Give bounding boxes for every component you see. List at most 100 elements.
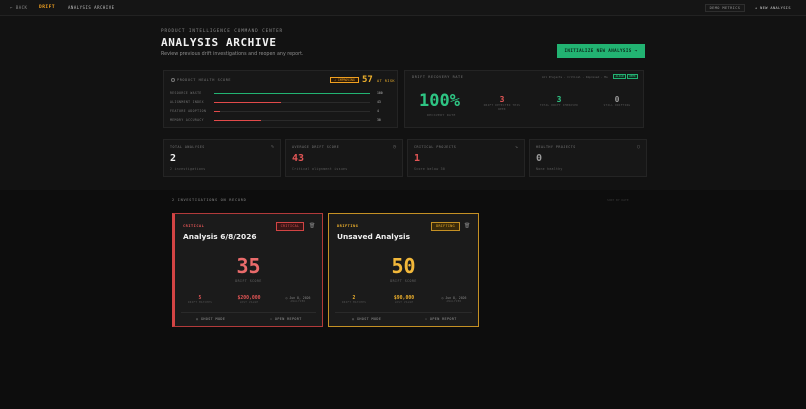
drift-recovery-panel: DRIFT RECOVERY RATE All Projects · Criti… xyxy=(404,70,644,128)
card-stat-label: ANALYZED xyxy=(290,300,306,303)
metric-card-healthy-projects: HEALTHY PROJECTS ○ 0 None healthy xyxy=(529,139,647,177)
health-bar-value: 100 xyxy=(377,91,383,95)
drift-score-value: 35 xyxy=(236,254,261,278)
drift-recovery-label: DRIFT RECOVERY RATE xyxy=(412,75,464,79)
health-bar-label: FEATURE ADOPTION xyxy=(170,109,207,113)
trash-icon[interactable]: 🗑 xyxy=(309,223,315,229)
investigation-card[interactable]: DRIFTING Unsaved Analysis DRIFTING 🗑 50 … xyxy=(328,213,479,327)
metric-card-critical-projects: CRITICAL PROJECTS ↘ 1 Score below 30 xyxy=(407,139,525,177)
drift-stat-label: STILL DRIFTING xyxy=(603,103,631,107)
trash-icon[interactable]: 🗑 xyxy=(464,223,470,229)
metric-label: CRITICAL PROJECTS xyxy=(414,145,457,149)
card-stat: 2 DRIFT MATCHES xyxy=(332,296,376,305)
health-bar-row: FEATURE ADOPTION 4 xyxy=(170,109,385,114)
health-bar-value: 30 xyxy=(377,118,381,122)
health-bar-row: ALIGNMENT INDEX 43 xyxy=(170,100,385,105)
align-tab[interactable]: ALIGN xyxy=(613,74,626,79)
investigation-card[interactable]: CRITICAL Analysis 6/8/2026 CRITICAL 🗑 35… xyxy=(172,213,323,327)
card-stat: 5 DRIFT MATCHES xyxy=(178,296,222,305)
back-link[interactable]: ← BACK xyxy=(10,5,27,10)
metric-value: 1 xyxy=(414,153,421,164)
card-stat: $90,000 LOST VALUE xyxy=(382,296,426,305)
card-stat: $200,000 LOST VALUE xyxy=(227,296,271,305)
metric-subtext: Critical alignment issues xyxy=(292,167,348,171)
investigations-heading: 2 INVESTIGATIONS ON RECORD xyxy=(172,198,247,202)
recovery-rate-label: RECOVERY RATE xyxy=(427,113,456,117)
card-stat-label: LOST VALUE xyxy=(394,301,414,304)
health-score: 57 xyxy=(362,75,373,85)
drift-stat: 3 DRIFT DETECTED THIS WEEK xyxy=(482,95,522,111)
drift-score-label: DRIFT SCORE xyxy=(390,279,417,283)
week-tab[interactable]: WEEK xyxy=(627,74,638,79)
new-analysis-button[interactable]: + NEW ANALYSIS xyxy=(752,4,794,12)
pencil-icon: ✎ xyxy=(270,144,274,150)
drift-stat: 3 TOTAL DRIFT IMPROVED xyxy=(539,95,579,108)
open-report-button[interactable]: ⇩ OPEN REPORT xyxy=(270,317,302,321)
metric-label: AVERAGE DRIFT SCORE xyxy=(292,145,340,149)
card-stat-label: DRIFT MATCHES xyxy=(341,301,367,304)
drift-stat: 0 STILL DRIFTING xyxy=(597,95,637,108)
health-bar-label: RESOURCE WASTE xyxy=(170,91,202,95)
metric-card-total-analyses: TOTAL ANALYSES ✎ 2 2 investigations xyxy=(163,139,281,177)
trend-badge: ↗ IMPROVING xyxy=(330,77,359,83)
card-stat: ◷ Jun 8, 2026 ANALYZED xyxy=(276,296,320,304)
ghost-mode-button[interactable]: ◎ GHOST MODE xyxy=(352,317,381,321)
health-status: AT RISK xyxy=(377,79,395,83)
health-bar-fill xyxy=(214,92,370,95)
card-status: DRIFTING xyxy=(337,224,359,228)
ghost-mode-button[interactable]: ◎ GHOST MODE xyxy=(196,317,225,321)
health-bar-track xyxy=(214,119,370,122)
card-stat-label: LOST VALUE xyxy=(239,301,259,304)
metric-label: TOTAL ANALYSES xyxy=(170,145,205,149)
circle-icon: ○ xyxy=(636,144,640,150)
health-bar-value: 4 xyxy=(377,109,379,113)
card-divider xyxy=(335,312,472,313)
recovery-rate-value: 100% xyxy=(419,91,460,111)
health-bar-value: 43 xyxy=(377,100,381,104)
page-eyebrow: PRODUCT INTELLIGENCE COMMAND CENTER xyxy=(161,29,284,34)
card-divider xyxy=(181,312,316,313)
card-title: Analysis 6/8/2026 xyxy=(183,232,257,241)
health-icon xyxy=(171,78,175,82)
metric-subtext: Score below 30 xyxy=(414,167,446,171)
trend-down-icon: ↘ xyxy=(514,144,518,150)
status-badge: DRIFTING xyxy=(431,222,460,231)
page-subtitle: Review previous drift investigations and… xyxy=(161,52,304,57)
metric-card-average-drift: AVERAGE DRIFT SCORE ◷ 43 Critical alignm… xyxy=(285,139,403,177)
card-stat-label: DRIFT MATCHES xyxy=(187,301,213,304)
product-health-panel: PRODUCT HEALTH SCORE ↗ IMPROVING 57 AT R… xyxy=(163,70,398,128)
card-stat-label: ANALYZED xyxy=(446,300,462,303)
drift-score-label: DRIFT SCORE xyxy=(235,279,262,283)
health-label: PRODUCT HEALTH SCORE xyxy=(177,78,232,82)
health-bar-track xyxy=(214,110,370,113)
sort-control[interactable]: SORT BY DATE xyxy=(607,198,629,202)
card-title: Unsaved Analysis xyxy=(337,232,410,241)
health-bar-fill xyxy=(214,101,282,104)
drift-legend: All Projects · Critical · Improved · Mo xyxy=(542,75,608,79)
metric-subtext: None healthy xyxy=(536,167,563,171)
card-status: CRITICAL xyxy=(183,224,205,228)
nav-archive-link[interactable]: ANALYSIS ARCHIVE xyxy=(68,5,115,10)
demo-metrics-button[interactable]: DEMO METRICS xyxy=(705,4,745,12)
open-report-button[interactable]: ⇩ OPEN REPORT xyxy=(425,317,457,321)
health-bar-track xyxy=(214,92,370,95)
top-nav: ← BACK DRIFT ANALYSIS ARCHIVE DEMO METRI… xyxy=(0,0,806,16)
card-stat: ◷ Jun 8, 2026 ANALYZED xyxy=(432,296,476,304)
clock-icon: ◷ xyxy=(392,144,396,150)
metric-value: 2 xyxy=(170,153,177,164)
initialize-analysis-button[interactable]: INITIALIZE NEW ANALYSIS → xyxy=(557,44,645,58)
health-bar-row: MEMORY ACCURACY 30 xyxy=(170,118,385,123)
page-title: ANALYSIS ARCHIVE xyxy=(161,36,277,49)
brand-logo[interactable]: DRIFT xyxy=(39,5,55,10)
drift-stat-label: TOTAL DRIFT IMPROVED xyxy=(539,103,579,107)
metric-value: 43 xyxy=(292,153,305,164)
metric-value: 0 xyxy=(536,153,543,164)
drift-stat-label: DRIFT DETECTED THIS WEEK xyxy=(483,103,521,111)
health-bar-fill xyxy=(214,119,261,122)
health-bar-track xyxy=(214,101,370,104)
health-bar-label: MEMORY ACCURACY xyxy=(170,118,204,122)
status-badge: CRITICAL xyxy=(276,222,304,231)
metric-label: HEALTHY PROJECTS xyxy=(536,145,576,149)
health-bar-row: RESOURCE WASTE 100 xyxy=(170,91,385,96)
health-bar-fill xyxy=(214,110,221,113)
